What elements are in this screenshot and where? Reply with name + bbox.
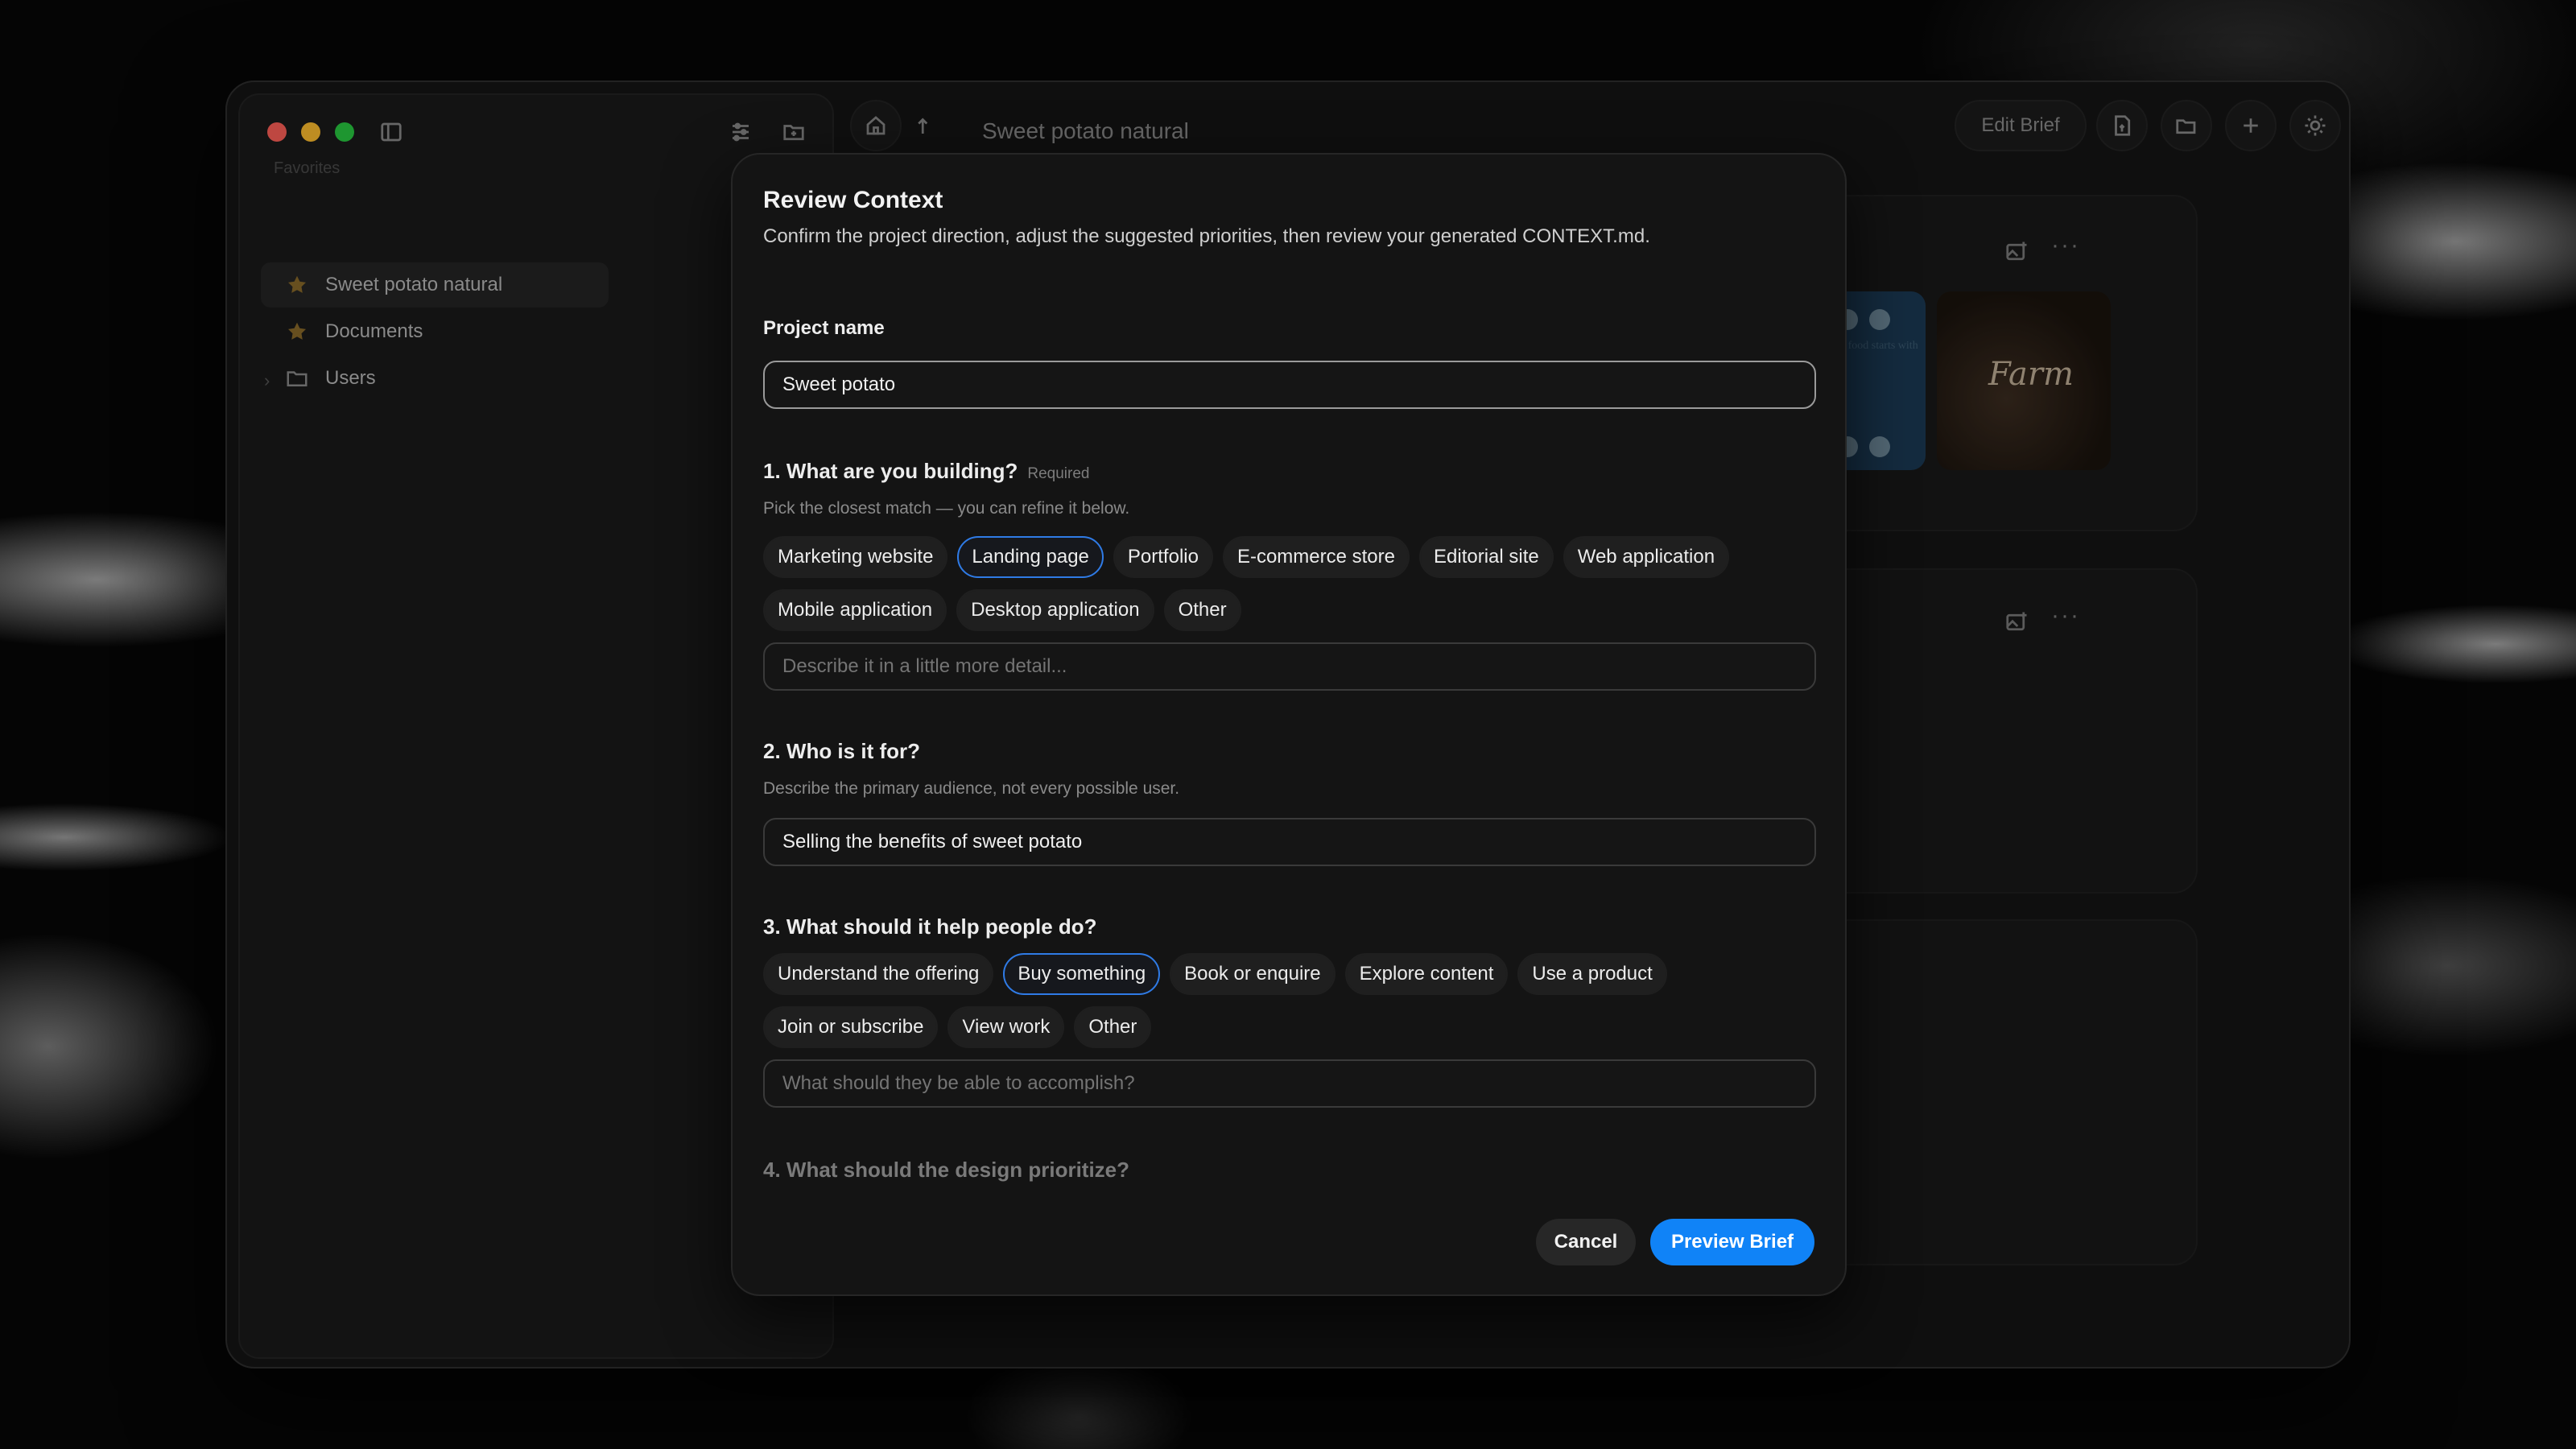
question-2-label: 2. Who is it for? <box>763 739 920 763</box>
question-4-label: 4. What should the design prioritize? <box>763 1158 1130 1182</box>
option-portfolio[interactable]: Portfolio <box>1113 536 1213 578</box>
option-join-or-subscribe[interactable]: Join or subscribe <box>763 1006 939 1048</box>
option-use-a-product[interactable]: Use a product <box>1517 953 1667 995</box>
question-3-label: 3. What should it help people do? <box>763 914 1097 939</box>
project-name-input[interactable] <box>763 361 1816 409</box>
option-other[interactable]: Other <box>1074 1006 1152 1048</box>
build-type-options-row-2: Mobile application Desktop application O… <box>763 589 1241 631</box>
required-badge: Required <box>1027 465 1090 482</box>
question-1-label: 1. What are you building? Required <box>763 459 1090 483</box>
question-2-hint: Describe the primary audience, not every… <box>763 779 1180 798</box>
cancel-button[interactable]: Cancel <box>1536 1219 1636 1265</box>
goal-options: Understand the offering Buy something Bo… <box>763 953 1667 995</box>
option-book-or-enquire[interactable]: Book or enquire <box>1170 953 1335 995</box>
question-1-hint: Pick the closest match — you can refine … <box>763 499 1130 518</box>
option-editorial-site[interactable]: Editorial site <box>1419 536 1554 578</box>
option-desktop-application[interactable]: Desktop application <box>956 589 1154 631</box>
option-other[interactable]: Other <box>1163 589 1241 631</box>
project-name-label: Project name <box>763 317 885 339</box>
option-landing-page[interactable]: Landing page <box>957 536 1104 578</box>
goal-options-row-2: Join or subscribe View work Other <box>763 1006 1152 1048</box>
build-type-options: Marketing website Landing page Portfolio… <box>763 536 1730 578</box>
option-buy-something[interactable]: Buy something <box>1003 953 1161 995</box>
option-view-work[interactable]: View work <box>947 1006 1065 1048</box>
option-mobile-application[interactable]: Mobile application <box>763 589 947 631</box>
dialog-subtitle: Confirm the project direction, adjust th… <box>763 225 1650 247</box>
option-marketing-website[interactable]: Marketing website <box>763 536 948 578</box>
build-detail-input[interactable] <box>763 642 1816 691</box>
audience-input[interactable] <box>763 818 1816 866</box>
option-explore-content[interactable]: Explore content <box>1344 953 1509 995</box>
option-understand-offering[interactable]: Understand the offering <box>763 953 994 995</box>
option-web-application[interactable]: Web application <box>1563 536 1730 578</box>
review-context-dialog: Review Context Confirm the project direc… <box>731 153 1847 1296</box>
preview-brief-button[interactable]: Preview Brief <box>1650 1219 1814 1265</box>
option-ecommerce-store[interactable]: E-commerce store <box>1222 536 1410 578</box>
goal-detail-input[interactable] <box>763 1059 1816 1108</box>
dialog-title: Review Context <box>763 187 943 213</box>
